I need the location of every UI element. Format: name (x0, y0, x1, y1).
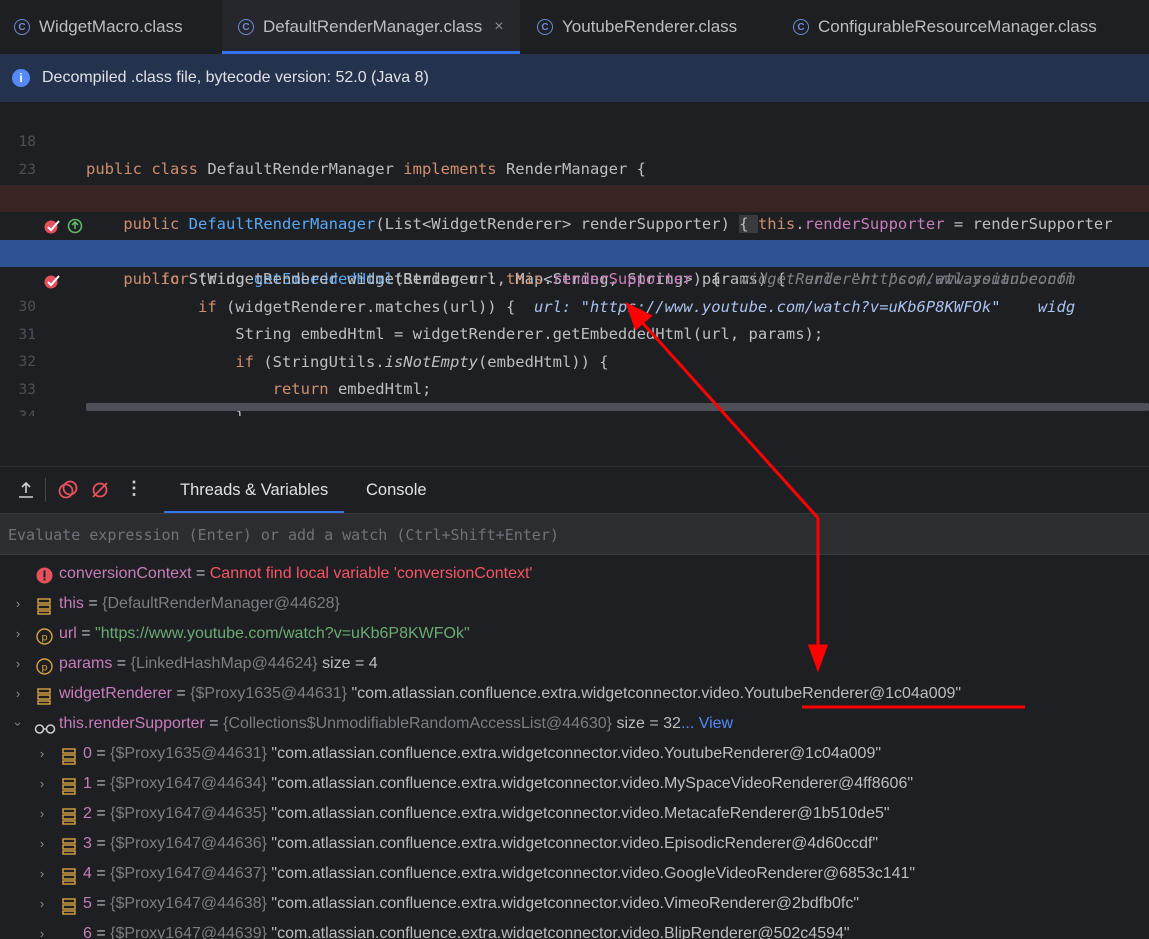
decompiled-banner: i Decompiled .class file, bytecode versi… (0, 54, 1149, 102)
tab-widgetmacro[interactable]: C WidgetMacro.class (0, 0, 222, 54)
expand-chevron-icon[interactable]: › (36, 799, 48, 829)
code-line: 33 } (18, 382, 245, 416)
expand-chevron-icon[interactable]: › (36, 919, 48, 939)
editor-tab-bar: C WidgetMacro.class C DefaultRenderManager… (0, 0, 1149, 54)
class-icon: C (537, 19, 553, 35)
close-tab-icon[interactable]: × (494, 18, 503, 36)
code-line-breakpoint: public String getEmbeddedHtml(String url… (0, 185, 1149, 288)
tab-configurableresourcemanager[interactable]: C ConfigurableResourceManager.class (776, 0, 1149, 54)
expand-chevron-icon[interactable]: › (36, 829, 48, 859)
info-icon: i (12, 69, 30, 87)
expand-chevron-icon[interactable]: › (36, 859, 48, 889)
variable-row[interactable]: › this = {DefaultRenderManager@44628} (0, 589, 1149, 619)
code-line-current: if (widgetRenderer.matches(url)) { url: … (0, 240, 1149, 316)
list-item[interactable]: › 5 = {$Proxy1647@44638} "com.atlassian.… (0, 889, 1149, 919)
more-options-icon[interactable]: ⋮ (125, 478, 143, 499)
code-line: 34 } (0, 377, 1149, 416)
editor-horizontal-scrollbar[interactable] (86, 403, 1149, 411)
class-icon: C (793, 19, 809, 35)
code-line: 18 public class DefaultRenderManager imp… (18, 134, 646, 178)
expand-chevron-icon[interactable]: › (36, 769, 48, 799)
list-item[interactable]: › 3 = {$Proxy1647@44636} "com.atlassian.… (0, 829, 1149, 859)
code-line: 26 (0, 158, 1149, 206)
list-item[interactable]: › 0 = {$Proxy1635@44631} "com.atlassian.… (0, 739, 1149, 769)
code-line: 31 if (StringUtils.isNotEmpty(embedHtml)… (18, 327, 609, 371)
svg-text:p: p (41, 663, 47, 674)
tab-defaultrendermanager[interactable]: C DefaultRenderManager.class × (222, 0, 520, 54)
evaluate-bar (0, 513, 1149, 556)
expand-chevron-icon[interactable]: › (12, 679, 24, 709)
variable-row[interactable]: › p url = "https://www.youtube.com/watch… (0, 619, 1149, 649)
code-line: 30 String embedHtml = widgetRenderer.get… (18, 299, 824, 343)
class-icon: C (238, 19, 254, 35)
list-item[interactable]: › 4 = {$Proxy1647@44637} "com.atlassian.… (0, 859, 1149, 889)
variable-row[interactable]: › widgetRenderer = {$Proxy1635@44631} "c… (0, 679, 1149, 709)
mute-breakpoints-icon[interactable] (90, 480, 110, 505)
export-icon[interactable] (17, 481, 35, 504)
list-item[interactable]: › 6 = {$Proxy1647@44639} "com.atlassian.… (0, 919, 1149, 939)
expand-chevron-icon[interactable]: › (12, 619, 24, 649)
view-link[interactable]: ... View (681, 715, 733, 732)
collapse-chevron-icon[interactable]: › (3, 718, 33, 730)
list-item[interactable]: › 1 = {$Proxy1647@44634} "com.atlassian.… (0, 769, 1149, 799)
code-line: 32 return embedHtml; (18, 354, 432, 398)
code-line: 23 › public DefaultRenderManager(List<Wi… (18, 162, 1113, 233)
expand-chevron-icon[interactable]: › (12, 649, 24, 679)
debug-toolbar: ⋮ Threads & Variables Console (0, 466, 1149, 514)
svg-text:p: p (41, 633, 47, 644)
variable-row[interactable]: › this.renderSupporter = {Collections$Un… (0, 709, 1149, 739)
tab-console[interactable]: Console (366, 467, 427, 514)
class-icon: C (14, 19, 30, 35)
code-editor[interactable]: 18 public class DefaultRenderManager imp… (0, 102, 1149, 416)
code-line: 28 for (WidgetRenderer widgetRenderer : … (19, 244, 1076, 288)
expand-chevron-icon[interactable]: › (36, 889, 48, 919)
expand-chevron-icon[interactable]: › (36, 739, 48, 769)
tab-threads-variables[interactable]: Threads & Variables (163, 467, 345, 514)
expand-chevron-icon[interactable]: › (12, 589, 24, 619)
view-breakpoints-icon[interactable] (58, 480, 78, 505)
tab-youtuberenderer[interactable]: C YoutubeRenderer.class (520, 0, 776, 54)
list-item[interactable]: › 2 = {$Proxy1647@44635} "com.atlassian.… (0, 799, 1149, 829)
banner-text: Decompiled .class file, bytecode version… (42, 69, 429, 86)
evaluate-expression-input[interactable] (6, 514, 1110, 556)
variable-row[interactable]: conversionContext = Cannot find local va… (0, 559, 1149, 589)
variable-row[interactable]: › p params = {LinkedHashMap@44624} size … (0, 649, 1149, 679)
toolbar-separator (45, 478, 46, 502)
